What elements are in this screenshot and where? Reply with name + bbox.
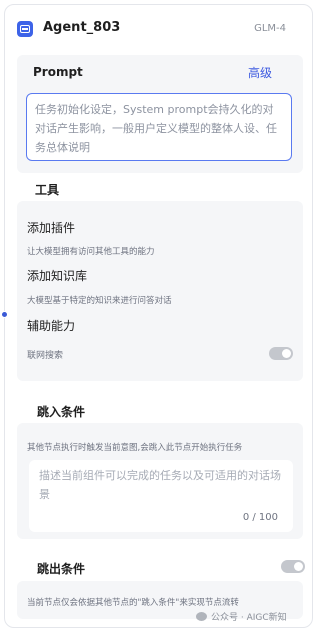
jump-out-title: 跳出条件	[37, 562, 86, 576]
add-plugin-desc: 让大模型拥有访问其他工具的能力	[27, 247, 155, 257]
agent-name[interactable]: Agent_803	[43, 20, 120, 35]
jump-out-desc: 当前节点仅会依据其他节点的"跳入条件"来实现节点流转	[27, 598, 239, 608]
jump-out-toggle[interactable]	[281, 560, 305, 573]
add-knowledge-base-button[interactable]: 添加知识库	[27, 267, 87, 284]
add-knowledge-base-desc: 大模型基于特定的知识来进行问答对话	[27, 296, 172, 306]
jump-in-title: 跳入条件	[37, 405, 86, 419]
agent-node-card: Agent_803 GLM-4 Prompt 高级 任务初始化设定，System…	[4, 4, 313, 628]
node-header: Agent_803 GLM-4	[5, 5, 312, 51]
model-tag[interactable]: GLM-4	[254, 23, 286, 34]
add-plugin-button[interactable]: 添加插件	[27, 219, 75, 236]
char-counter: 0 / 100	[242, 512, 278, 523]
web-search-toggle[interactable]	[269, 347, 293, 360]
auxiliary-abilities-title: 辅助能力	[27, 319, 76, 333]
jump-in-desc: 其他节点执行时触发当前意图,会跳入此节点开始执行任务	[27, 443, 243, 453]
web-search-label: 联网搜索	[27, 351, 64, 361]
system-prompt-input[interactable]: 任务初始化设定，System prompt会持久化的对对话产生影响，一般用户定义…	[26, 93, 292, 161]
tools-title: 工具	[35, 183, 60, 197]
watermark-text: 公众号 · AIGC新知	[211, 613, 287, 623]
prompt-title: Prompt	[33, 65, 83, 79]
wechat-icon	[196, 612, 207, 621]
watermark: 公众号 · AIGC新知	[196, 610, 287, 623]
advanced-link[interactable]: 高级	[248, 64, 272, 81]
agent-app-icon	[17, 21, 33, 37]
connection-handle[interactable]	[1, 311, 8, 318]
